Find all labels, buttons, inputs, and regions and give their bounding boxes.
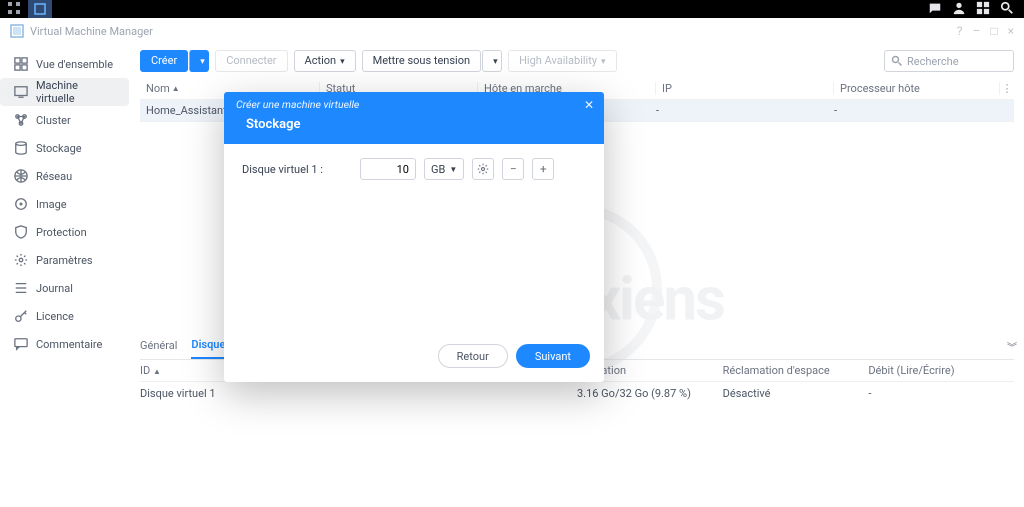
minimize-icon[interactable]: – bbox=[972, 24, 980, 38]
sidebar-item-log[interactable]: Journal bbox=[0, 274, 129, 302]
sidebar-item-label: Réseau bbox=[36, 170, 72, 183]
window-title: Virtual Machine Manager bbox=[30, 25, 153, 38]
network-icon bbox=[14, 169, 28, 183]
sidebar-item-label: Commentaire bbox=[36, 338, 102, 351]
dcell-util: 3.16 Go/32 Go (9.87 %) bbox=[577, 387, 723, 400]
help-icon[interactable]: ? bbox=[957, 24, 963, 38]
sidebar-item-label: Licence bbox=[36, 310, 74, 323]
create-vm-modal: Créer une machine virtuelle Stockage ✕ D… bbox=[224, 92, 604, 382]
close-icon[interactable]: × bbox=[1008, 24, 1014, 38]
sidebar-item-label: Machine virtuelle bbox=[36, 79, 119, 105]
search-icon[interactable] bbox=[1000, 1, 1014, 18]
modal-supertitle: Créer une machine virtuelle bbox=[224, 92, 604, 113]
connect-button[interactable]: Connecter bbox=[215, 50, 287, 72]
chat-icon[interactable] bbox=[928, 1, 942, 18]
action-dropdown[interactable]: Action bbox=[294, 50, 356, 72]
vmm-taskbar-icon[interactable] bbox=[28, 0, 52, 18]
tab-general[interactable]: Général bbox=[140, 335, 177, 358]
system-topbar bbox=[0, 0, 1024, 18]
dcell-debit: - bbox=[868, 387, 1014, 400]
expand-icon[interactable]: ︾ bbox=[1007, 339, 1014, 354]
disk-remove-button[interactable]: − bbox=[502, 158, 524, 180]
sidebar-item-label: Cluster bbox=[36, 114, 71, 127]
storage-icon bbox=[14, 141, 28, 155]
dashboard-icon bbox=[14, 57, 28, 71]
search-icon bbox=[891, 55, 903, 67]
col-ip[interactable]: IP bbox=[656, 82, 834, 95]
power-button[interactable]: Mettre sous tension bbox=[362, 50, 481, 72]
sidebar-item-feedback[interactable]: Commentaire bbox=[0, 330, 129, 358]
disk-settings-button[interactable] bbox=[472, 158, 494, 180]
sidebar-item-label: Stockage bbox=[36, 142, 82, 155]
sidebar-item-cluster[interactable]: Cluster bbox=[0, 106, 129, 134]
back-button[interactable]: Retour bbox=[438, 344, 508, 368]
modal-title: Stockage bbox=[224, 113, 604, 144]
sidebar-item-storage[interactable]: Stockage bbox=[0, 134, 129, 162]
dcell-reclaim: Désactivé bbox=[723, 387, 869, 400]
search-placeholder: Recherche bbox=[907, 55, 959, 68]
image-icon bbox=[14, 197, 28, 211]
sidebar-item-settings[interactable]: Paramètres bbox=[0, 246, 129, 274]
col-proc[interactable]: Processeur hôte bbox=[834, 82, 1000, 95]
col-menu-icon[interactable]: ⋮ bbox=[1000, 82, 1014, 95]
cell-proc: - bbox=[834, 104, 1014, 117]
sidebar-item-label: Vue d'ensemble bbox=[36, 58, 113, 71]
cluster-icon bbox=[14, 113, 28, 127]
create-dropdown[interactable] bbox=[189, 50, 209, 72]
next-button[interactable]: Suivant bbox=[516, 344, 590, 368]
widgets-icon[interactable] bbox=[976, 1, 990, 18]
dcol-debit[interactable]: Débit (Lire/Écrire) bbox=[868, 364, 1014, 377]
log-icon bbox=[14, 281, 28, 295]
sidebar-item-image[interactable]: Image bbox=[0, 190, 129, 218]
sidebar-item-network[interactable]: Réseau bbox=[0, 162, 129, 190]
sidebar-item-label: Image bbox=[36, 198, 67, 211]
maximize-icon[interactable]: □ bbox=[990, 24, 997, 38]
user-icon[interactable] bbox=[952, 1, 966, 18]
disk-size-input[interactable] bbox=[360, 158, 416, 180]
sidebar-item-vm[interactable]: Machine virtuelle bbox=[0, 78, 129, 106]
ha-dropdown[interactable]: High Availability bbox=[508, 50, 617, 72]
search-input[interactable]: Recherche bbox=[884, 50, 1014, 72]
cell-ip: - bbox=[656, 104, 834, 117]
sidebar-item-protection[interactable]: Protection bbox=[0, 218, 129, 246]
disk-label: Disque virtuel 1 : bbox=[242, 163, 352, 176]
detail-row[interactable]: Disque virtuel 1 3.16 Go/32 Go (9.87 %) … bbox=[140, 382, 1014, 404]
sidebar-item-license[interactable]: Licence bbox=[0, 302, 129, 330]
sidebar: Vue d'ensemble Machine virtuelle Cluster… bbox=[0, 44, 130, 507]
gear-icon bbox=[477, 163, 489, 175]
gear-icon bbox=[14, 253, 28, 267]
disk-add-button[interactable]: + bbox=[532, 158, 554, 180]
window-titlebar: Virtual Machine Manager ? – □ × bbox=[0, 18, 1024, 44]
sidebar-item-label: Paramètres bbox=[36, 254, 93, 267]
toolbar: Créer Connecter Action Mettre sous tensi… bbox=[140, 50, 1014, 72]
dcell-id: Disque virtuel 1 bbox=[140, 387, 286, 400]
vmm-logo-icon bbox=[10, 24, 24, 38]
create-button[interactable]: Créer bbox=[140, 50, 188, 72]
app-grid-icon[interactable] bbox=[8, 2, 20, 17]
dcol-reclaim[interactable]: Réclamation d'espace bbox=[723, 364, 869, 377]
modal-close-icon[interactable]: ✕ bbox=[584, 98, 594, 112]
key-icon bbox=[14, 309, 28, 323]
sidebar-item-label: Protection bbox=[36, 226, 87, 239]
sidebar-item-overview[interactable]: Vue d'ensemble bbox=[0, 50, 129, 78]
sidebar-item-label: Journal bbox=[36, 282, 73, 295]
vm-icon bbox=[14, 85, 28, 99]
comment-icon bbox=[14, 337, 28, 351]
power-dropdown[interactable] bbox=[482, 50, 502, 72]
shield-icon bbox=[14, 225, 28, 239]
disk-unit-select[interactable]: GB▼ bbox=[424, 158, 464, 180]
